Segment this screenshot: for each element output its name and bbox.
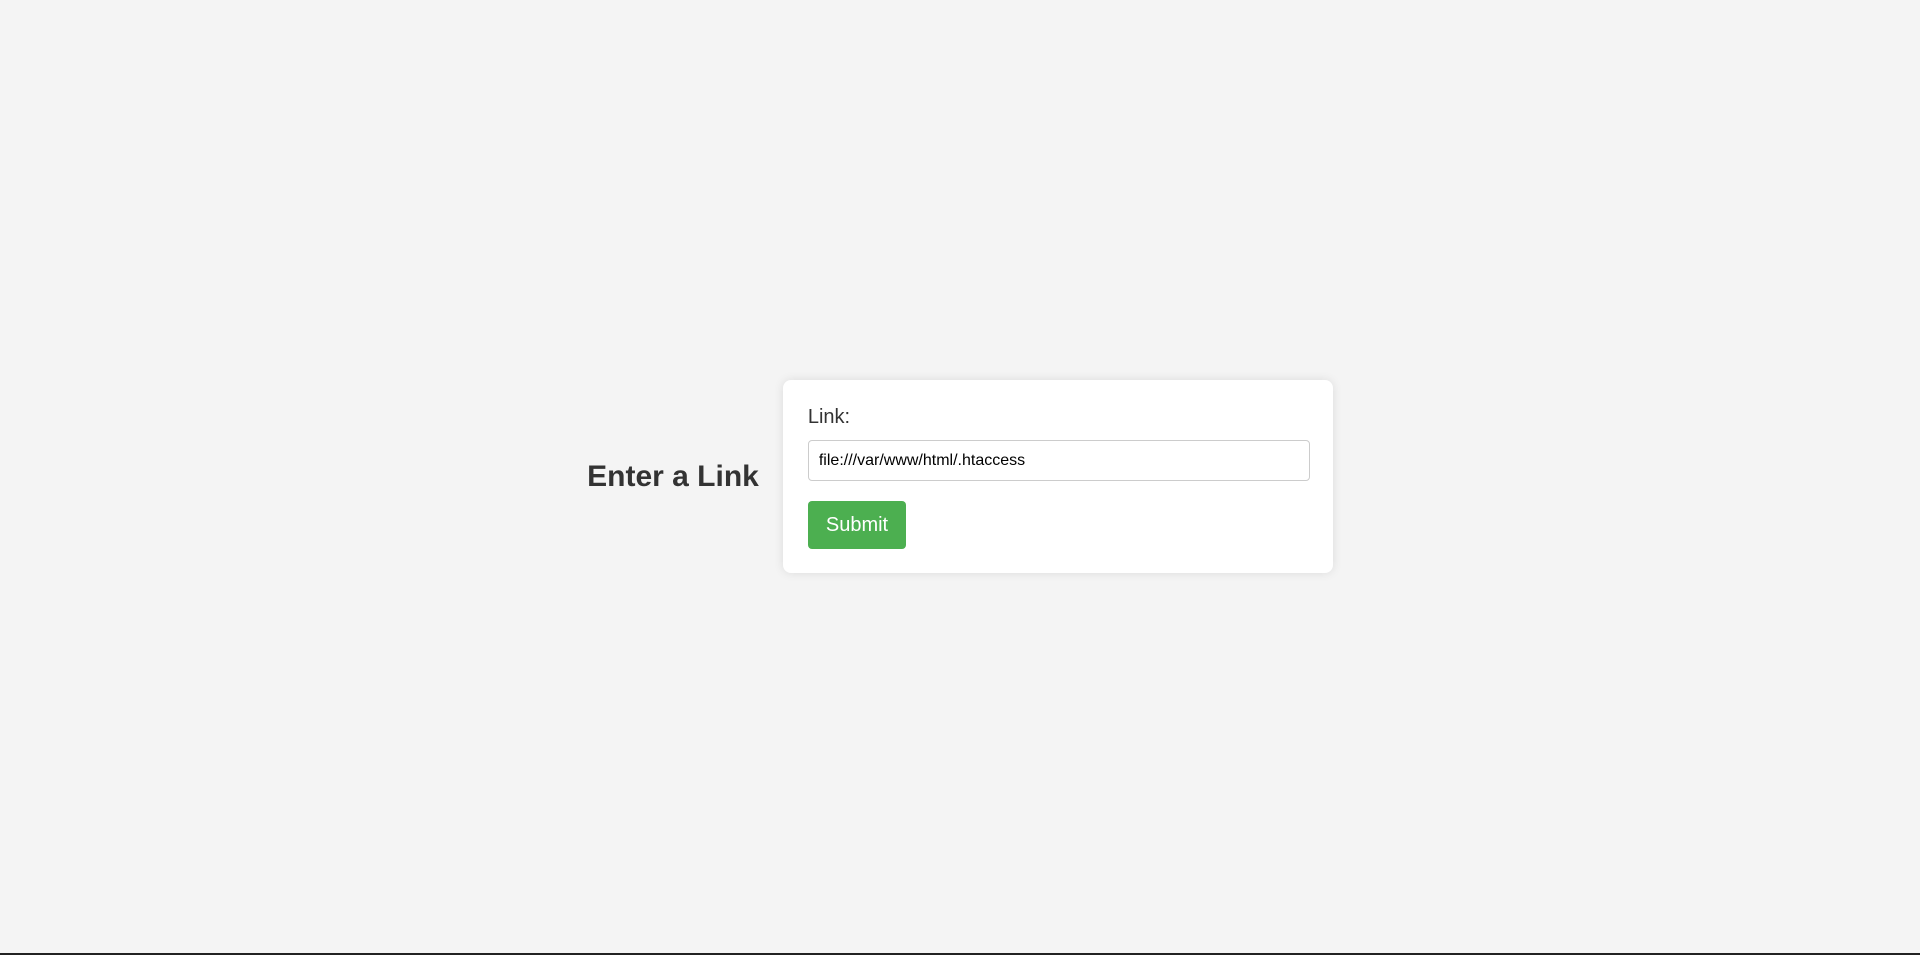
link-form: Link: Submit xyxy=(782,380,1333,573)
submit-button[interactable]: Submit xyxy=(807,501,907,549)
page-title: Enter a Link xyxy=(587,459,759,493)
page-content: Enter a Link Link: Submit xyxy=(0,0,1920,953)
link-label: Link: xyxy=(807,406,851,428)
link-input[interactable] xyxy=(807,440,1310,481)
